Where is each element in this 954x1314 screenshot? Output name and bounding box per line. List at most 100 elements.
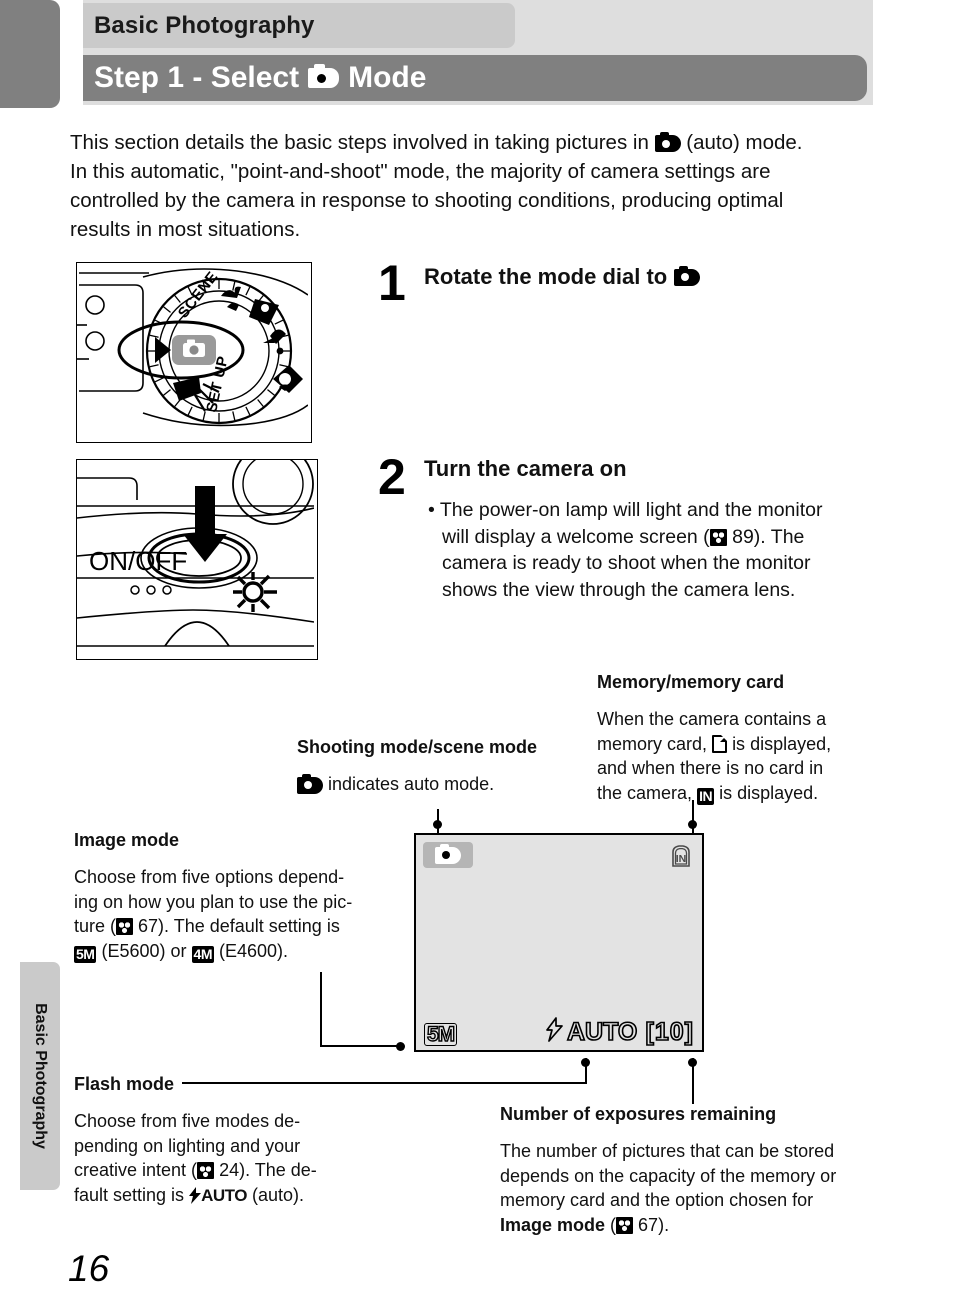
memory-card-callout-title: Memory/memory card (597, 672, 785, 692)
step-title-prefix: Step 1 - Select (94, 61, 300, 94)
edge-tab-marker (0, 0, 60, 108)
chapter-bar: Basic Photography (83, 3, 515, 48)
intro-line-1: This section details the basic steps inv… (70, 128, 882, 157)
internal-memory-icon: IN (697, 787, 715, 805)
svg-text:IN: IN (676, 853, 687, 865)
page-header: Basic Photography Step 1 - Select Mode (83, 0, 873, 112)
chapter-title: Basic Photography (94, 11, 315, 39)
power-switch-svg: ON/OFF (77, 460, 315, 647)
leader-dot-memory-card (688, 820, 697, 829)
step-title-suffix: Mode (348, 61, 427, 94)
lcd-bracket-left: [ (645, 1017, 655, 1047)
step-2-body: • The power-on lamp will light and the m… (428, 497, 882, 603)
mode-dial-svg: SCENE SET UP (77, 268, 309, 427)
selected-mode-highlight (172, 335, 216, 365)
memcard-line-2-b: is displayed, (732, 733, 832, 754)
lcd-shooting-mode-indicator (423, 842, 473, 868)
shooting-mode-text: indicates auto mode. (328, 774, 495, 794)
page-reference-icon (197, 1162, 215, 1179)
flash-mode-line-3-a: creative intent ( (74, 1160, 198, 1180)
flash-mode-line-4-b: (auto). (251, 1184, 304, 1205)
leader-dot-image-mode (396, 1042, 405, 1051)
leader-dot-exposures (688, 1058, 697, 1067)
page-number: 16 (68, 1248, 110, 1289)
step-2-number: 2 (378, 449, 406, 505)
intro-line-4: results in most situations. (70, 218, 301, 241)
step-2-heading: Turn the camera on (424, 456, 627, 481)
lcd-image-mode-indicator: 5M (424, 1023, 458, 1046)
side-chapter-tab: Basic Photography (20, 962, 60, 1190)
image-mode-line-3-b: 67). The default setting is (138, 916, 340, 936)
memcard-line-4-b: is displayed. (719, 782, 819, 803)
flash-mode-line-4-a: fault setting is (74, 1184, 185, 1205)
image-mode-line-4-b: (E4600). (219, 940, 289, 961)
step-1-heading: Rotate the mode dial to (424, 264, 701, 290)
lcd-exposure-count: 10 (654, 1017, 685, 1047)
intro-paragraph: This section details the basic steps inv… (70, 128, 882, 244)
memcard-line-4: the camera, IN is displayed. (597, 781, 883, 806)
exposures-line-4-b: 67). (638, 1214, 670, 1235)
leader-dot-shooting-mode (433, 820, 442, 829)
flash-mode-callout-body: Choose from five modes de- pending on li… (74, 1109, 369, 1208)
flash-mode-line-4: fault setting is AUTO (auto). (74, 1183, 369, 1209)
page-reference-icon (709, 528, 727, 546)
image-mode-callout-title: Image mode (74, 830, 180, 850)
flash-mode-line-3: creative intent ( 24). The de- (74, 1158, 369, 1183)
lcd-exposures-remaining: [10] (645, 1017, 694, 1047)
intro-line-2: In this automatic, "point-and-shoot" mod… (70, 160, 771, 183)
flash-mode-callout-title: Flash mode (74, 1074, 175, 1094)
exposures-line-1: The number of pictures that can be store… (500, 1141, 835, 1161)
step-title: Step 1 - Select Mode (83, 61, 426, 95)
image-mode-line-2: ing on how you plan to use the pic- (74, 891, 353, 912)
leader-line-image-mode-v (320, 972, 322, 1047)
page-reference-icon (116, 918, 134, 935)
image-size-4m-badge: 4M (191, 945, 214, 963)
lcd-bracket-right: ] (684, 1017, 694, 1047)
intro-line-1-tail: (auto) mode. (686, 131, 803, 154)
on-off-label: ON/OFF (89, 546, 187, 576)
power-switch-illustration: ON/OFF (76, 459, 318, 660)
memcard-line-4-a: the camera, (597, 782, 693, 803)
step-1-number: 1 (378, 255, 406, 311)
intro-line-1-text: This section details the basic steps inv… (70, 131, 649, 154)
lcd-memory-indicator: IN (668, 843, 694, 874)
step-1-heading-text: Rotate the mode dial to (424, 264, 668, 289)
flash-mode-line-2: pending on lighting and your (74, 1135, 301, 1156)
image-mode-line-3: ture ( 67). The default setting is (74, 914, 380, 939)
exposures-line-2: depends on the capacity of the memory or (500, 1165, 837, 1186)
shooting-mode-line-1: indicates auto mode. (297, 772, 583, 797)
camera-auto-icon (674, 265, 701, 286)
image-mode-line-4: 5M (E5600) or 4M (E4600). (74, 939, 380, 964)
shooting-mode-callout-title: Shooting mode/scene mode (297, 737, 538, 757)
step-2-line-4: shows the view through the camera lens. (442, 578, 796, 601)
image-mode-line-1: Choose from five options depend- (74, 867, 345, 887)
mode-dial-illustration: SCENE SET UP (76, 262, 312, 443)
camera-auto-icon (435, 843, 461, 864)
memcard-line-1: When the camera contains a (597, 709, 827, 729)
flash-bolt-icon (546, 1017, 563, 1047)
camera-auto-icon (308, 64, 340, 88)
lcd-monitor-display: IN 5M AUTO [10] (414, 833, 704, 1052)
step-2-line-2-a: will display a welcome screen ( (442, 525, 710, 548)
exposures-line-4-a: Image mode (500, 1214, 606, 1235)
camera-auto-icon (654, 132, 681, 153)
step-2-line-2: will display a welcome screen ( 89). The (428, 524, 882, 551)
image-size-5m-badge: 5M (74, 945, 97, 963)
memory-card-icon (712, 734, 728, 753)
exposures-line-4: Image mode ( 67). (500, 1214, 670, 1235)
flash-auto-label: AUTO (201, 1185, 247, 1205)
memcard-line-2: memory card, is displayed, (597, 732, 883, 757)
flash-mode-line-1: Choose from five modes de- (74, 1111, 301, 1131)
memcard-line-3: and when there is no card in (597, 758, 824, 778)
step-2-line-3: camera is ready to shoot when the monito… (442, 552, 811, 574)
step-title-bar: Step 1 - Select Mode (83, 55, 867, 101)
exposures-line-3: memory card and the option chosen for (500, 1190, 814, 1210)
shooting-mode-callout-body: indicates auto mode. (297, 772, 583, 797)
camera-auto-icon (297, 773, 323, 794)
exposures-callout-title: Number of exposures remaining (500, 1104, 777, 1124)
image-mode-line-3-a: ture ( (74, 916, 117, 936)
side-chapter-tab-label: Basic Photography (32, 1003, 49, 1149)
leader-line-image-mode-h (320, 1045, 400, 1047)
page-reference-icon (616, 1216, 634, 1234)
memcard-line-2-a: memory card, (597, 733, 708, 754)
